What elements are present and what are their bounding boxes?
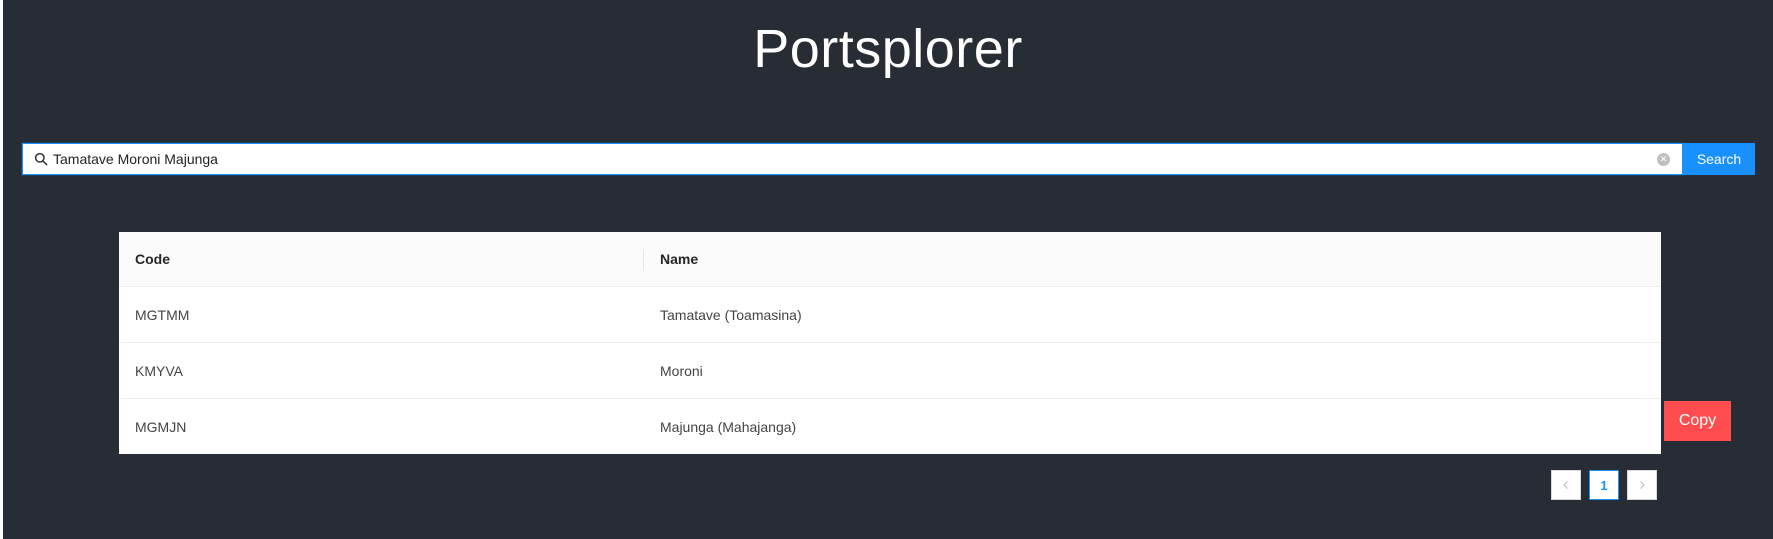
previous-page-button[interactable] [1551,470,1581,500]
app-container: Portsplorer ✕ Search Code Name MGTMM Tam… [3,0,1773,539]
table-header: Code Name [119,232,1661,287]
table-row[interactable]: KMYVA Moroni [119,343,1661,399]
cell-code: MGMJN [135,418,187,435]
page-title: Portsplorer [753,19,1023,79]
table-row[interactable]: MGTMM Tamatave (Toamasina) [119,287,1661,343]
next-page-button[interactable] [1627,470,1657,500]
table-row[interactable]: MGMJN Majunga (Mahajanga) [119,399,1661,454]
chevron-left-icon [1563,481,1568,489]
clear-icon[interactable]: ✕ [1657,153,1670,166]
cell-name: Tamatave (Toamasina) [660,306,802,323]
cell-name: Moroni [660,362,703,379]
cell-code: MGTMM [135,306,190,323]
search-bar: ✕ Search [22,143,1755,175]
search-field[interactable]: ✕ [22,143,1683,175]
column-header-name[interactable]: Name [644,251,1661,267]
search-button[interactable]: Search [1683,143,1755,175]
chevron-right-icon [1640,481,1645,489]
search-icon [34,152,48,166]
pagination: 1 [1551,470,1657,500]
cell-name: Majunga (Mahajanga) [660,418,797,435]
copy-button[interactable]: Copy [1664,401,1731,441]
results-table: Code Name MGTMM Tamatave (Toamasina) KMY… [119,232,1661,454]
page-number-button[interactable]: 1 [1589,470,1619,500]
cell-code: KMYVA [135,362,183,379]
column-header-code[interactable]: Code [119,249,644,271]
search-input[interactable] [53,144,1642,174]
